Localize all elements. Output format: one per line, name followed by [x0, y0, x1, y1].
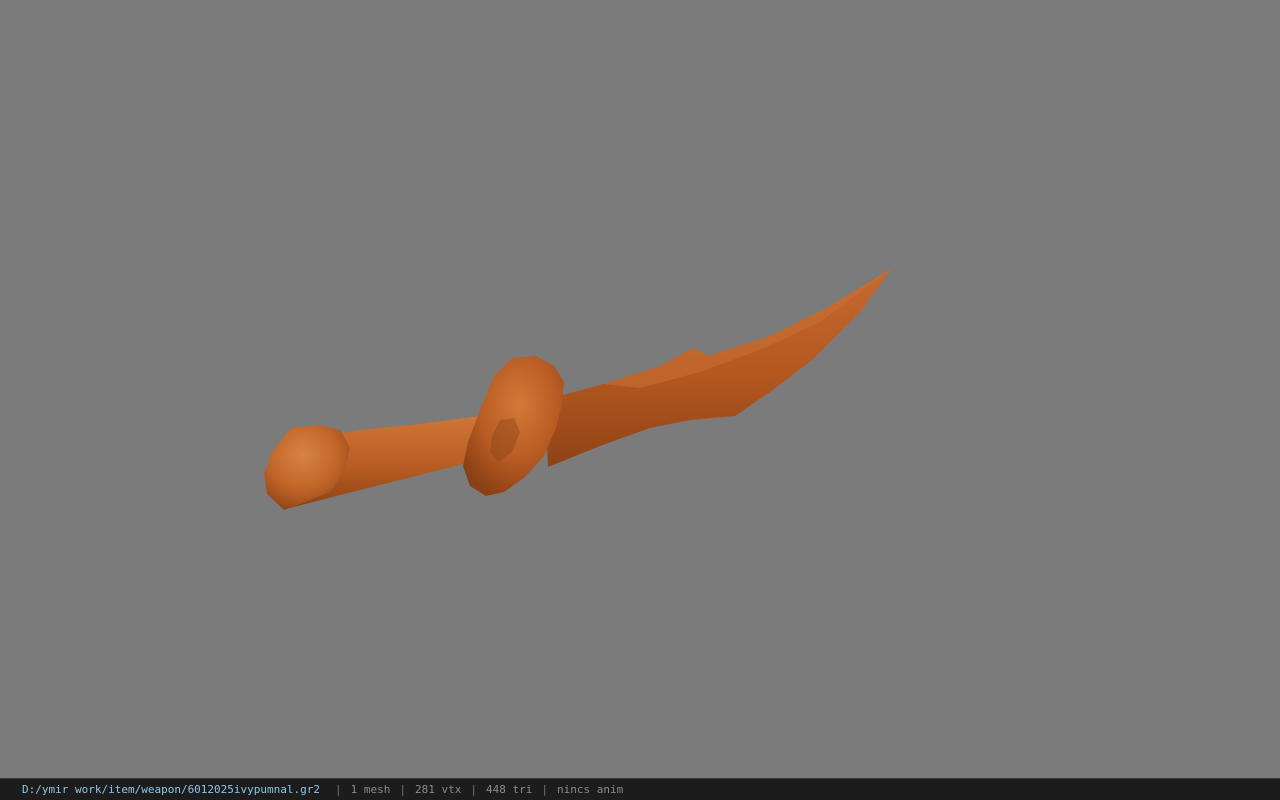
status-separator: |	[335, 783, 342, 796]
status-bar: D:/ymir work/item/weapon/6012025ivypumna…	[0, 778, 1280, 800]
vertex-count: 281 vtx	[415, 783, 462, 796]
3d-viewport[interactable]	[0, 0, 1280, 778]
dagger-pommel	[264, 425, 350, 510]
dagger-blade	[545, 268, 892, 467]
status-separator: |	[541, 783, 548, 796]
triangle-count: 448 tri	[486, 783, 533, 796]
mesh-count: 1 mesh	[350, 783, 391, 796]
status-separator: |	[399, 783, 407, 796]
file-path: D:/ymir work/item/weapon/6012025ivypumna…	[22, 783, 321, 796]
dagger-model[interactable]	[0, 0, 1280, 778]
animation-status: nincs anim	[556, 783, 624, 796]
status-separator: |	[470, 783, 477, 796]
